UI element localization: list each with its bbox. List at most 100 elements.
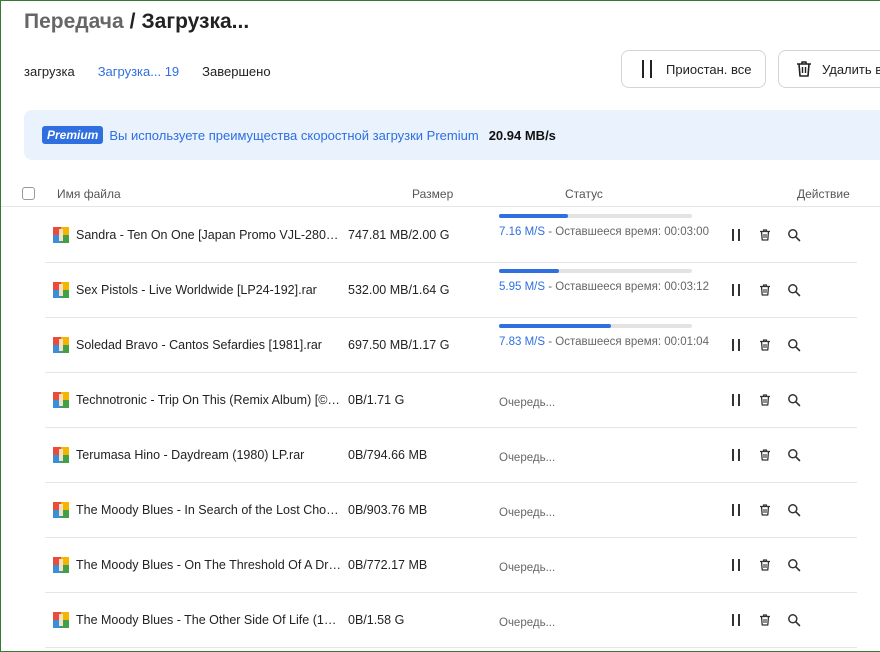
archive-file-icon [53,557,69,573]
file-name: Sex Pistols - Live Worldwide [LP24-192].… [76,283,317,297]
select-all-checkbox[interactable] [22,187,35,200]
pause-icon [640,60,654,78]
pause-icon [730,449,742,461]
delete-button[interactable] [757,392,773,408]
pause-button[interactable] [728,227,744,243]
column-size[interactable]: Размер [412,187,453,201]
delete-all-button[interactable]: Удалить все [778,50,880,88]
progress-fill [499,269,559,273]
file-size: 0B/903.76 MB [348,503,428,517]
trash-icon [760,614,770,626]
breadcrumb-current: Загрузка... [141,10,250,33]
search-button[interactable] [786,392,802,408]
column-name[interactable]: Имя файла [57,187,121,201]
page-title: Передача / Загрузка... [24,10,249,34]
row-actions [728,557,815,573]
search-icon [788,559,801,572]
download-status: Очередь... [499,428,719,483]
pause-all-label: Приостан. все [666,61,752,77]
file-size: 532.00 MB/1.64 G [348,283,450,297]
pause-icon [730,284,742,296]
trash-icon [760,229,770,241]
archive-file-icon [53,447,69,463]
file-size: 0B/1.58 G [348,613,405,627]
search-button[interactable] [786,502,802,518]
row-actions [728,282,815,298]
queued-status: Очередь... [499,617,556,629]
search-button[interactable] [786,282,802,298]
app-window: Передача / Загрузка... загрузка Загрузка..… [0,0,880,652]
archive-file-icon [53,392,69,408]
search-button[interactable] [786,227,802,243]
download-row[interactable]: The Moody Blues - In Search of the Lost … [45,483,857,538]
download-row[interactable]: Soledad Bravo - Cantos Sefardies [1981].… [45,318,857,373]
premium-banner: Premium Вы используете преимущества скор… [24,110,880,160]
archive-file-icon [53,612,69,628]
download-row[interactable]: The Moody Blues - The Other Side Of Life… [45,593,857,648]
search-button[interactable] [786,337,802,353]
delete-button[interactable] [757,502,773,518]
row-actions [728,502,815,518]
delete-button[interactable] [757,557,773,573]
download-row[interactable]: The Moody Blues - On The Threshold Of A … [45,538,857,593]
premium-badge: Premium [42,126,104,144]
progress-bar [499,269,692,273]
trash-icon [797,61,811,77]
status-text: 7.16 M/S - Оставшееся время: 00:03:00 [499,226,709,238]
progress-bar [499,324,692,328]
premium-message[interactable]: Вы используете преимущества скоростной з… [109,128,478,143]
file-name: The Moody Blues - In Search of the Lost … [76,503,341,517]
breadcrumb-transfer[interactable]: Передача [24,10,124,33]
pause-button[interactable] [728,282,744,298]
tab-downloading[interactable]: Загрузка... 19 [98,64,179,79]
trash-icon [760,559,770,571]
delete-button[interactable] [757,282,773,298]
download-row[interactable]: Sex Pistols - Live Worldwide [LP24-192].… [45,263,857,318]
file-size: 0B/772.17 MB [348,558,428,572]
file-name: Sandra - Ten On One [Japan Promo VJL-280… [76,228,341,242]
archive-file-icon [53,282,69,298]
file-name: Technotronic - Trip On This (Remix Album… [76,393,341,407]
search-icon [788,394,801,407]
delete-button[interactable] [757,612,773,628]
pause-button[interactable] [728,337,744,353]
queued-status: Очередь... [499,452,556,464]
delete-button[interactable] [757,227,773,243]
download-row[interactable]: Terumasa Hino - Daydream (1980) LP.rar 0… [45,428,857,483]
trash-icon [760,284,770,296]
pause-button[interactable] [728,612,744,628]
row-actions [728,612,815,628]
pause-button[interactable] [728,557,744,573]
download-speed: 7.16 M/S [499,226,546,238]
remaining-time: - Оставшееся время: 00:03:12 [548,281,709,293]
search-button[interactable] [786,557,802,573]
file-size: 697.50 MB/1.17 G [348,338,450,352]
trash-icon [760,449,770,461]
tab-download[interactable]: загрузка [24,64,75,79]
delete-button[interactable] [757,337,773,353]
search-button[interactable] [786,612,802,628]
pause-button[interactable] [728,392,744,408]
pause-icon [730,229,742,241]
delete-button[interactable] [757,447,773,463]
pause-all-button[interactable]: Приостан. все [621,50,766,88]
trash-icon [760,339,770,351]
pause-button[interactable] [728,502,744,518]
download-row[interactable]: Technotronic - Trip On This (Remix Album… [45,373,857,428]
row-actions [728,227,815,243]
search-button[interactable] [786,447,802,463]
search-icon [788,229,801,242]
column-status: Статус [565,187,603,201]
row-actions [728,337,815,353]
file-size: 747.81 MB/2.00 G [348,228,450,242]
pause-icon [730,394,742,406]
status-text: 5.95 M/S - Оставшееся время: 00:03:12 [499,281,709,293]
queued-status: Очередь... [499,397,556,409]
tab-completed[interactable]: Завершено [202,64,270,79]
download-row[interactable]: Sandra - Ten On One [Japan Promo VJL-280… [45,208,857,263]
file-size: 0B/794.66 MB [348,448,428,462]
search-icon [788,449,801,462]
status-text: 7.83 M/S - Оставшееся время: 00:01:04 [499,336,709,348]
pause-button[interactable] [728,447,744,463]
trash-icon [760,504,770,516]
